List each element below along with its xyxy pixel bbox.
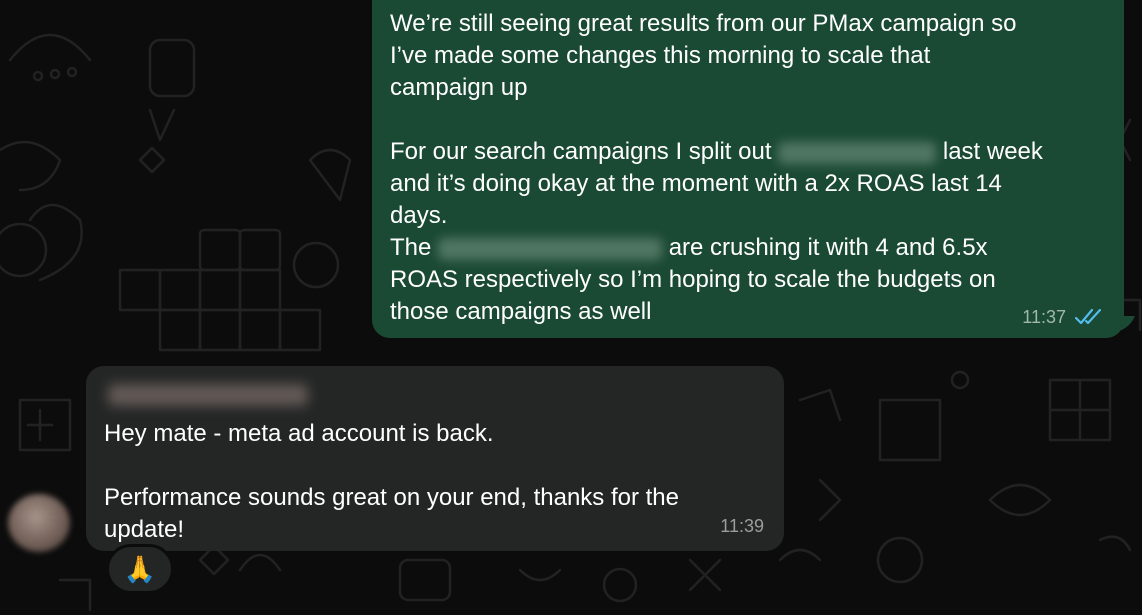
message-line: ROAS respectively so I’m hoping to scale… (390, 266, 996, 293)
message-line: campaign up (390, 74, 528, 101)
reaction-badge[interactable]: 🙏 (106, 544, 174, 594)
message-line: days. (390, 202, 448, 229)
double-check-read-icon (1074, 308, 1102, 325)
sender-avatar[interactable] (8, 494, 70, 552)
message-time: 11:39 (720, 516, 764, 536)
message-line: update! (104, 516, 185, 543)
message-line: I’ve made some changes this morning to s… (390, 42, 931, 69)
message-line: Hey mate - meta ad account is back. (104, 420, 494, 447)
message-text: are crushing it with 4 and 6.5x (668, 234, 988, 261)
message-meta: 11:37 (1022, 306, 1104, 328)
outgoing-message-bubble[interactable]: We’re still seeing great results from ou… (372, 0, 1135, 338)
message-line: For our search campaigns I split out las… (390, 136, 1104, 168)
message-text: For our search campaigns I split out (390, 138, 772, 165)
message-text: The (390, 234, 432, 261)
message-text: last week (942, 138, 1043, 165)
message-line: Performance sounds great on your end, th… (104, 484, 680, 511)
message-meta: 11:39 (720, 515, 764, 537)
redacted-text (778, 141, 937, 164)
message-line: those campaigns as well (390, 298, 652, 325)
message-line: The are crushing it with 4 and 6.5x (390, 232, 1104, 264)
folded-hands-emoji: 🙏 (123, 553, 157, 584)
message-line: and it’s doing okay at the moment with a… (390, 170, 1002, 197)
message-line: We’re still seeing great results from ou… (390, 10, 1017, 37)
incoming-message-bubble[interactable]: Hey mate - meta ad account is back. Perf… (86, 366, 784, 551)
sender-name-redacted[interactable] (108, 384, 308, 406)
message-time: 11:37 (1022, 307, 1066, 327)
redacted-text (438, 237, 663, 260)
